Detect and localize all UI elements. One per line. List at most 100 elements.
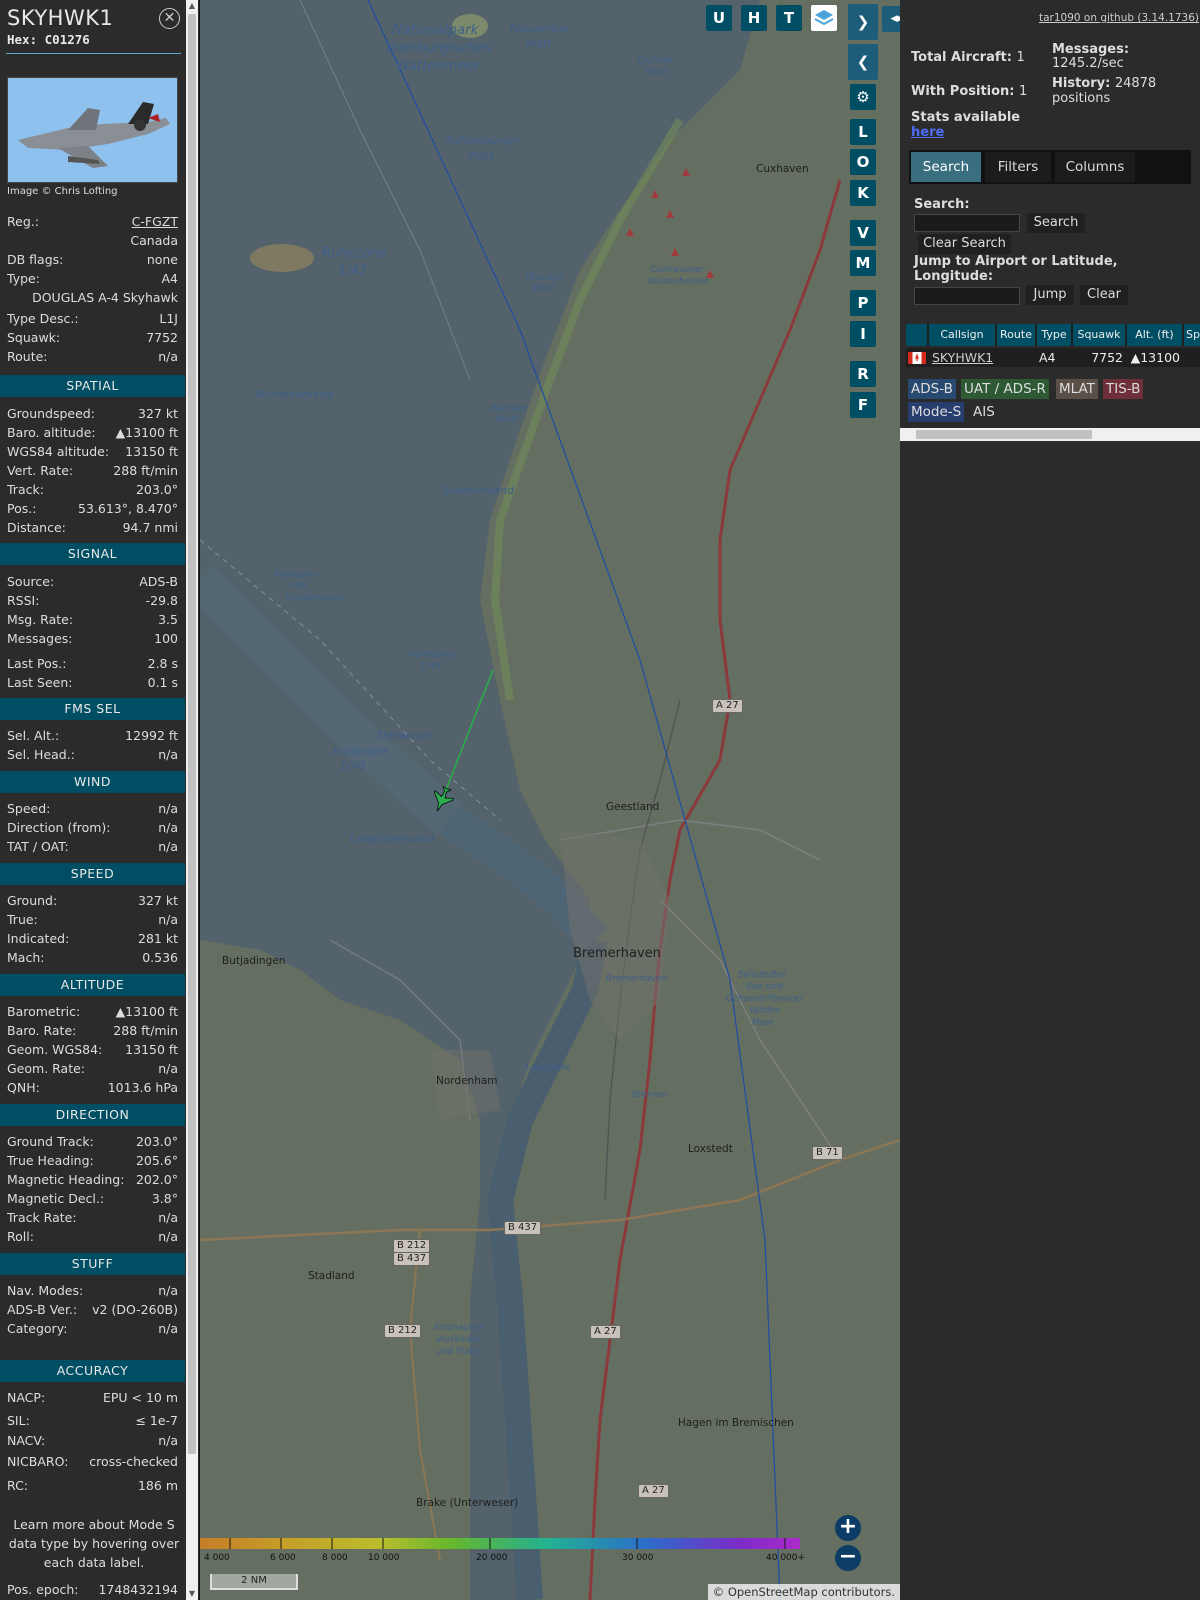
tab-columns[interactable]: Columns <box>1055 152 1135 182</box>
column-flag[interactable] <box>906 324 927 346</box>
legend-modes: Mode-S <box>908 402 965 422</box>
section-fms: FMS SEL <box>0 698 185 720</box>
column-altitude[interactable]: Alt. (ft) <box>1127 324 1182 346</box>
map-label: Langlütjensand <box>350 832 435 845</box>
map-label: Bremerhaven <box>573 946 661 961</box>
scroll-up-icon[interactable]: ▲ <box>186 0 198 12</box>
layers-button[interactable] <box>811 5 837 31</box>
clear-button[interactable]: Clear <box>1080 285 1128 305</box>
info-row: RSSI: -29.8 <box>7 593 178 608</box>
sidebar-tabs: Search Filters Columns <box>909 150 1191 184</box>
row-squawk: 7752 <box>1073 348 1125 367</box>
info-row: Ground Track: 203.0° <box>7 1134 178 1149</box>
scrollbar-thumb[interactable] <box>188 14 196 1454</box>
legend-ais: AIS <box>970 402 998 422</box>
info-row: Geom. WGS84: 13150 ft <box>7 1042 178 1057</box>
country-value: Canada <box>130 233 178 248</box>
aircraft-info-scroll[interactable]: SKYHWK1 Hex: C01276 ✕ Image © Chris Loft… <box>0 0 185 1600</box>
section-spatial: SPATIAL <box>0 375 185 397</box>
column-type[interactable]: Type <box>1037 324 1071 346</box>
legend-uat-adsr: UAT / ADS-R <box>961 379 1049 399</box>
map-attribution[interactable]: © OpenStreetMap contributors. <box>707 1584 900 1600</box>
close-info-button[interactable]: ✕ <box>159 8 180 29</box>
info-row: Distance: 94.7 nmi <box>7 520 178 535</box>
jump-button[interactable]: Jump <box>1026 285 1074 305</box>
map-label: Watt <box>496 414 519 425</box>
map-label: Hagen im Bremischen <box>678 1417 794 1429</box>
stats-link[interactable]: here <box>911 125 944 140</box>
route-row: Route: n/a <box>7 347 178 366</box>
clear-search-button[interactable]: Clear Search <box>918 234 1011 254</box>
jump-input[interactable] <box>914 287 1020 305</box>
h-button[interactable]: H <box>741 5 767 31</box>
reg-row: Reg.: C-FGZT <box>7 212 178 231</box>
p-button[interactable]: P <box>850 290 876 316</box>
map-label: Sellstedter <box>738 970 787 980</box>
map-label: Brake (Unterweser) <box>416 1497 519 1509</box>
map-label: Bremerhaven <box>606 974 668 984</box>
search-input[interactable] <box>914 214 1020 232</box>
dbflags-value: none <box>146 252 178 267</box>
info-row: Groundspeed: 327 kt <box>7 406 178 421</box>
distance-scale-bar: 2 NM <box>210 1574 298 1590</box>
column-route[interactable]: Route <box>997 324 1035 346</box>
epoch-row: Pos. epoch: 1748432194 <box>7 1582 178 1597</box>
legend-tisb: TIS-B <box>1103 379 1144 399</box>
f-button[interactable]: F <box>850 392 876 418</box>
tab-filters[interactable]: Filters <box>985 152 1051 182</box>
k-button[interactable]: K <box>850 180 876 206</box>
info-row: Sel. Head.: n/a <box>7 747 178 762</box>
section-wind: WIND <box>0 771 185 793</box>
scroll-down-icon[interactable]: ▼ <box>186 1588 198 1600</box>
info-scrollbar[interactable]: ▲ ▼ <box>186 0 198 1600</box>
mode-s-help-note: Learn more about Mode S data type by hov… <box>8 1517 180 1570</box>
u-button[interactable]: U <box>706 5 732 31</box>
road-shield: B 437 <box>393 1252 431 1266</box>
hscroll-thumb[interactable] <box>916 430 1092 439</box>
aircraft-table-header: Callsign Route Type Squawk Alt. (ft) Sp <box>906 324 1200 346</box>
altitude-scale-label: 6 000 <box>270 1553 296 1563</box>
map-label: See und <box>746 982 783 992</box>
map-view[interactable]: Nationalpark Hamburgisches Wattenmeer Ne… <box>200 0 900 1600</box>
map-canvas <box>200 0 900 1600</box>
collapse-panel-button[interactable]: ❮ <box>848 44 878 80</box>
chevron-left-icon: ❮ <box>856 53 870 71</box>
map-label: Cuxhaven <box>756 163 809 175</box>
column-speed[interactable]: Sp <box>1184 324 1200 346</box>
o-button[interactable]: O <box>850 149 876 175</box>
right-sidebar: tar1090 on github (3.14.1736) Total Airc… <box>900 0 1200 1600</box>
map-label: Wurster <box>526 272 564 283</box>
aircraft-photo[interactable] <box>7 77 178 183</box>
zoom-out-button[interactable]: − <box>835 1545 861 1571</box>
column-squawk[interactable]: Squawk <box>1073 324 1125 346</box>
section-direction: DIRECTION <box>0 1104 185 1126</box>
search-button[interactable]: Search <box>1027 213 1085 233</box>
github-link[interactable]: tar1090 on github (3.14.1736) <box>1039 12 1199 24</box>
total-aircraft: Total Aircraft: 1 <box>911 50 1025 65</box>
search-label: Search: <box>914 197 970 212</box>
info-row: Pos.: 53.613°, 8.470° <box>7 501 178 516</box>
map-label: 1/46 <box>286 581 307 591</box>
tab-search[interactable]: Search <box>911 152 981 182</box>
row-callsign[interactable]: SKYHWK1 <box>929 348 995 367</box>
section-signal: SIGNAL <box>0 543 185 565</box>
t-button[interactable]: T <box>776 5 802 31</box>
info-row: WGS84 altitude: 13150 ft <box>7 444 178 459</box>
reg-link[interactable]: C-FGZT <box>132 212 178 231</box>
i-button[interactable]: I <box>850 321 876 347</box>
r-button[interactable]: R <box>850 361 876 387</box>
settings-button[interactable]: ⚙ <box>850 84 876 110</box>
v-button[interactable]: V <box>850 220 876 246</box>
zoom-in-button[interactable]: + <box>835 1515 861 1541</box>
m-button[interactable]: M <box>850 250 876 276</box>
expand-panel-button[interactable]: ❯ <box>848 4 878 40</box>
column-callsign[interactable]: Callsign <box>929 324 995 346</box>
info-row: Track Rate: n/a <box>7 1210 178 1225</box>
map-label: Küstenheiden <box>648 277 710 287</box>
plus-icon: + <box>838 1514 858 1539</box>
table-hscrollbar[interactable] <box>900 428 1200 441</box>
info-row: Nav. Modes: n/a <box>7 1283 178 1298</box>
table-row[interactable]: SKYHWK1 A4 7752 ▲13100 <box>906 348 1200 367</box>
toggle-sidebar-button[interactable]: ◂▸ <box>882 6 900 32</box>
l-button[interactable]: L <box>850 119 876 145</box>
